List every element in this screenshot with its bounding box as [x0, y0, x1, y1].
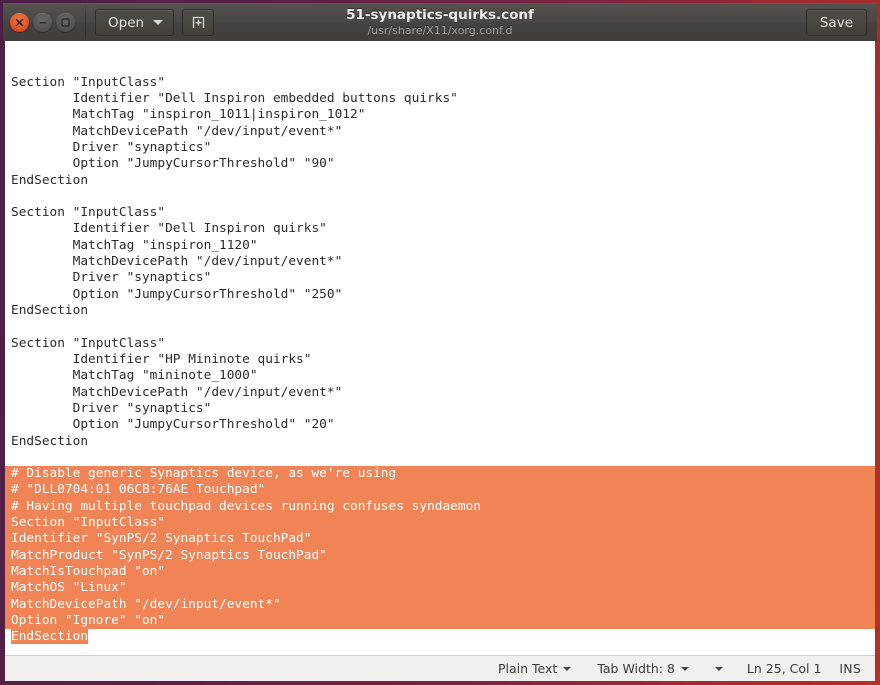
selected-lines: # Disable generic Synaptics device, as w… [5, 466, 875, 630]
chevron-down-icon [680, 666, 689, 671]
code-line: Identifier "HP Mininote quirks" [11, 351, 312, 367]
code-line: Section "InputClass" [11, 335, 166, 351]
code-line-selected: Identifier "SynPS/2 Synaptics TouchPad" [5, 531, 875, 548]
insert-mode-label: INS [839, 661, 861, 676]
save-button-label: Save [819, 14, 853, 31]
code-line: MatchDevicePath "/dev/input/event*" [11, 254, 343, 270]
insert-mode-indicator[interactable]: INS [839, 661, 861, 676]
code-line-selected: # Having multiple touchpad devices runni… [5, 498, 875, 516]
code-line-selected: MatchIsTouchpad "on" [5, 564, 875, 581]
code-line: Identifier "Dell Inspiron embedded butto… [11, 90, 458, 106]
language-label: Plain Text [498, 661, 558, 676]
cursor-position-label: Ln 25, Col 1 [746, 661, 822, 676]
code-line: Section "InputClass" [11, 205, 166, 221]
chevron-down-icon [714, 666, 723, 671]
code-line: MatchTag "inspiron_1120" [11, 237, 258, 253]
open-button[interactable]: Open [95, 9, 175, 36]
code-line: MatchDevicePath "/dev/input/event*" [11, 123, 343, 139]
new-document-icon [192, 16, 204, 28]
text-editor-area[interactable]: Section "InputClass" Identifier "Dell In… [5, 41, 875, 655]
gedit-window: Open 51-synaptics-quirks.conf /usr/share… [0, 0, 880, 685]
language-selector[interactable]: Plain Text [498, 661, 572, 676]
chevron-down-icon [153, 20, 164, 25]
code-line: MatchTag "mininote_1000" [11, 368, 258, 384]
code-line: Option "JumpyCursorThreshold" "20" [11, 417, 335, 433]
titlebar: Open 51-synaptics-quirks.conf /usr/share… [3, 3, 877, 42]
code-line-selected: Section "InputClass" [5, 515, 875, 532]
save-button[interactable]: Save [805, 9, 867, 36]
maximize-icon [61, 18, 70, 27]
code-line-selected: Option "Ignore" "on" [5, 612, 875, 630]
maximize-button[interactable] [56, 13, 75, 32]
titlebar-right-group: Save [805, 9, 867, 36]
code-line: Identifier "Dell Inspiron quirks" [11, 221, 327, 237]
code-line-selected: MatchDevicePath "/dev/input/event*" [5, 596, 875, 613]
code-line: MatchDevicePath "/dev/input/event*" [11, 384, 343, 400]
minimize-button[interactable] [33, 13, 52, 32]
cursor-position: Ln 25, Col 1 [747, 661, 822, 676]
statusbar-extra-menu[interactable] [714, 666, 723, 671]
toolbar-separator [85, 3, 86, 42]
code-line: EndSection [11, 433, 89, 449]
code-line-selected: # Disable generic Synaptics device, as w… [5, 466, 875, 483]
chevron-down-icon [563, 666, 572, 671]
code-line: Driver "synaptics" [11, 400, 212, 416]
new-document-button[interactable] [182, 9, 215, 36]
window-controls [10, 13, 75, 32]
code-line: EndSection [11, 172, 89, 188]
code-line-selected: MatchProduct "SynPS/2 Synaptics TouchPad… [5, 547, 875, 564]
document-text[interactable]: Section "InputClass" Identifier "Dell In… [5, 41, 875, 655]
code-line: MatchTag "inspiron_1011|inspiron_1012" [11, 107, 366, 123]
close-button[interactable] [10, 13, 29, 32]
code-line: EndSection [11, 303, 89, 318]
tab-width-selector[interactable]: Tab Width: 8 [597, 661, 689, 676]
code-line: Section "InputClass" [11, 74, 166, 90]
minimize-icon [39, 22, 46, 24]
tab-width-label: Tab Width: 8 [597, 661, 675, 676]
selected-last-line: EndSection [5, 629, 875, 645]
code-line: Option "JumpyCursorThreshold" "250" [11, 286, 343, 302]
unselected-lines: Section "InputClass" Identifier "Dell In… [11, 75, 875, 467]
close-icon [15, 18, 24, 27]
code-line-selected: # "DLL0704:01 06CB:76AE Touchpad" [5, 482, 875, 499]
code-line: Option "JumpyCursorThreshold" "90" [11, 156, 335, 172]
status-bar: Plain Text Tab Width: 8 Ln 25, Col 1 INS [5, 655, 875, 681]
code-line-selected: MatchOS "Linux" [5, 580, 875, 597]
selected-last-line-text: EndSection [11, 629, 89, 645]
open-button-label: Open [108, 14, 145, 31]
code-line: Driver "synaptics" [11, 139, 212, 155]
code-line: Driver "synaptics" [11, 270, 212, 286]
